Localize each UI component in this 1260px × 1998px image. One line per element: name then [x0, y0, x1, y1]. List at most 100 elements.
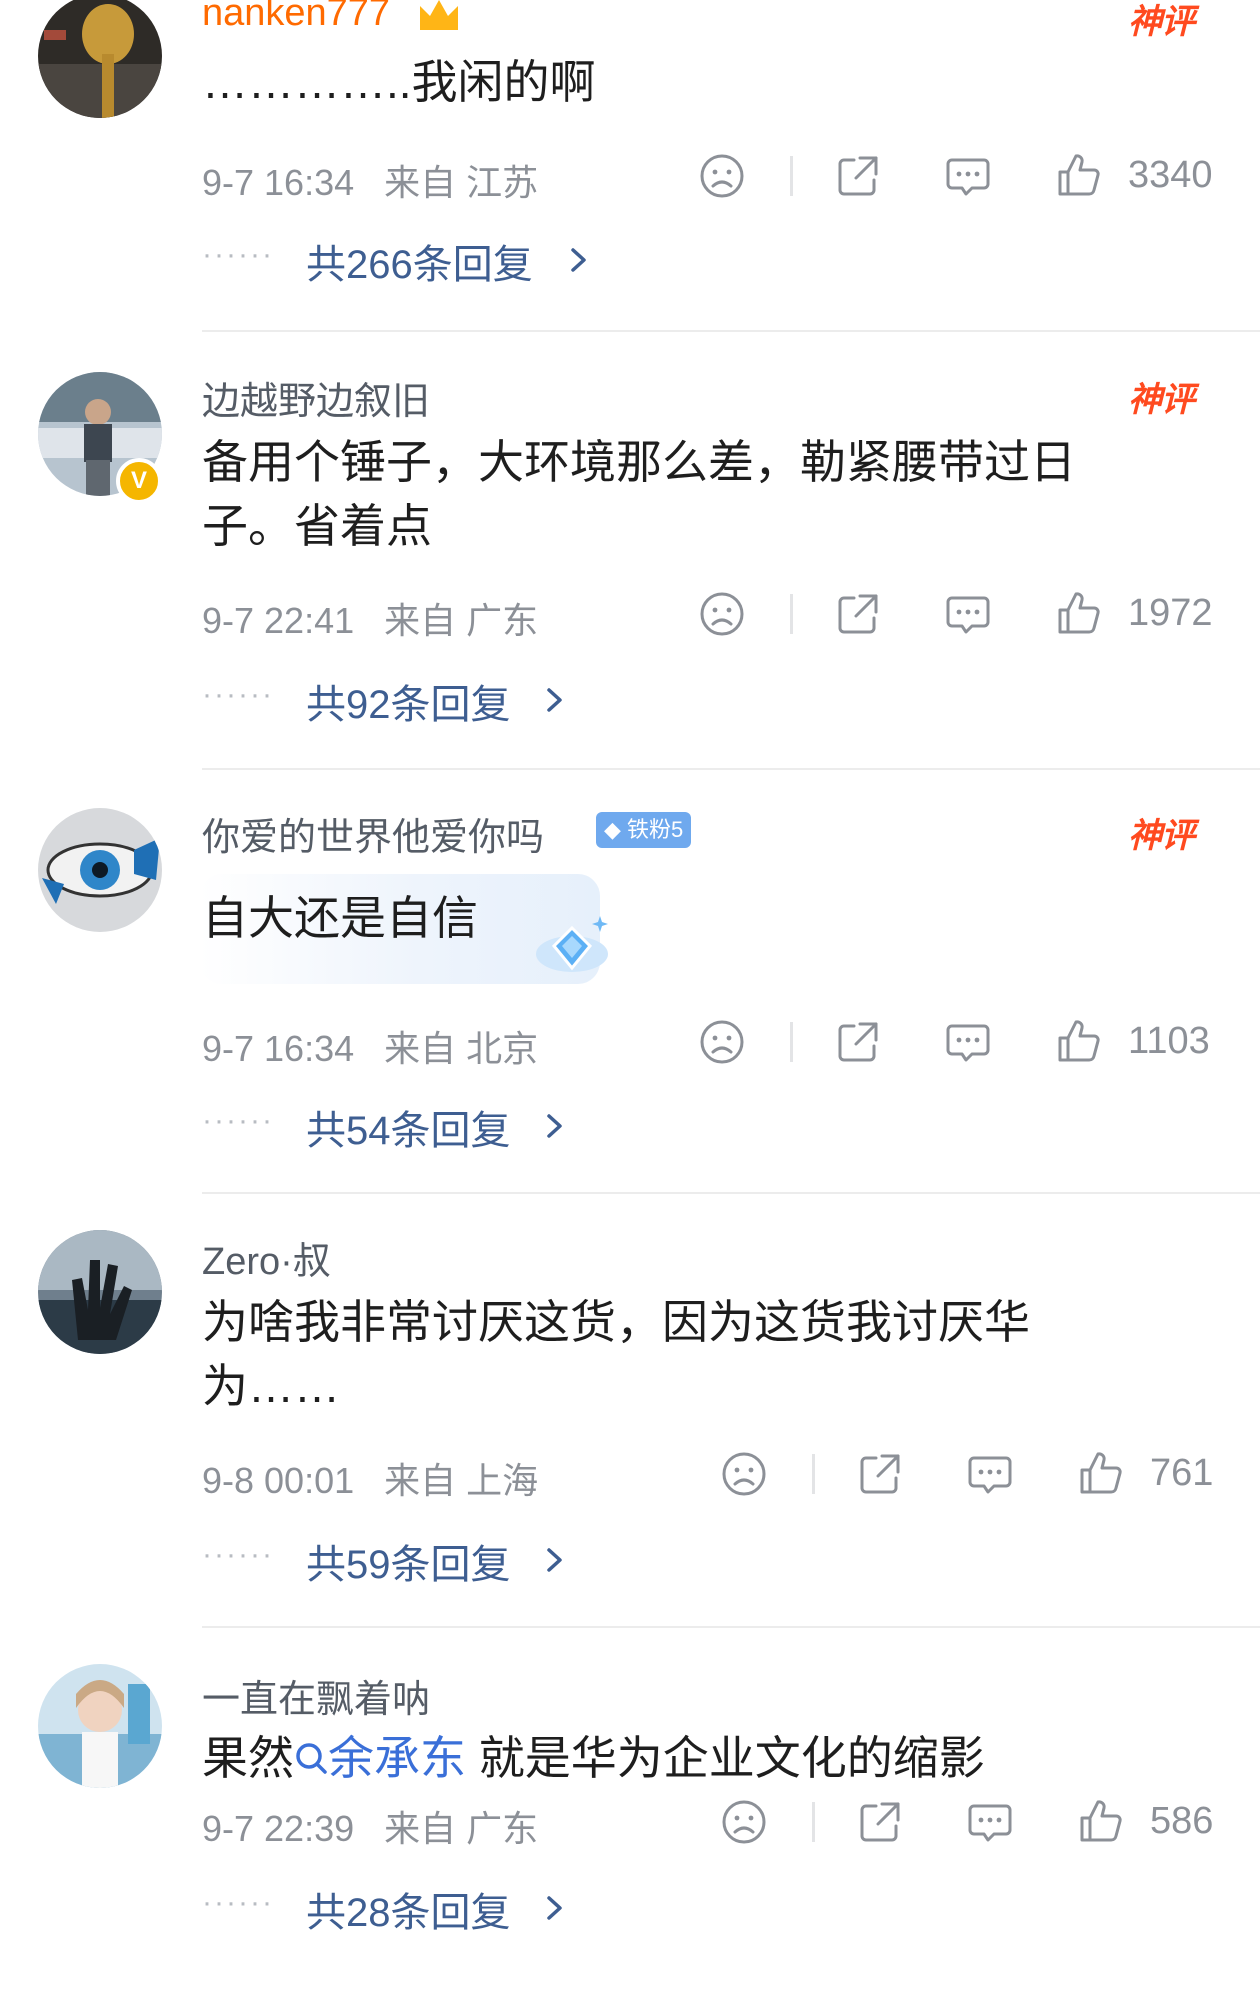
view-replies-link[interactable]: ······ 共54条回复	[202, 1098, 602, 1158]
sad-face-icon[interactable]	[694, 586, 750, 642]
comment-meta: 9-7 16:34 来自 北京	[202, 1020, 538, 1072]
comment-meta: 9-7 16:34 来自 江苏	[202, 154, 538, 206]
chevron-right-icon	[540, 1106, 570, 1146]
topic-link[interactable]: 余承东	[294, 1732, 466, 1784]
action-divider	[790, 1022, 793, 1062]
view-replies-link[interactable]: ······ 共92条回复	[202, 672, 602, 732]
thumbs-up-icon[interactable]	[1072, 1446, 1128, 1502]
comment-bubble-icon[interactable]	[962, 1446, 1018, 1502]
comment-text: 备用个锤子，大环境那么差，勒紧腰带过日子。省着点	[202, 436, 1076, 552]
sad-face-icon[interactable]	[694, 1014, 750, 1070]
thumbs-up-icon[interactable]	[1050, 1014, 1106, 1070]
avatar[interactable]	[38, 1230, 162, 1354]
share-icon[interactable]	[830, 1014, 886, 1070]
comment-location: 来自 广东	[384, 1808, 539, 1849]
comment-time: 9-8 00:01	[202, 1460, 355, 1501]
shenping-badge: 神评	[1128, 3, 1195, 41]
comment-item: nanken777 神评 …………..我闲的啊 9-7 16:34 来自 江苏 …	[0, 0, 1260, 336]
comment-item: V 边越野边叙旧 神评 备用个锤子，大环境那么差，勒紧腰带过日子。省着点 9-7…	[0, 336, 1260, 772]
comment-time: 9-7 22:39	[202, 1808, 355, 1849]
comment-item: Zero·叔 为啥我非常讨厌这货，因为这货我讨厌华为…… 9-8 00:01 来…	[0, 1196, 1260, 1630]
username[interactable]: 你爱的世界他爱你吗	[202, 806, 544, 861]
comment-meta: 9-8 00:01 来自 上海	[202, 1452, 538, 1504]
reply-dots: ······	[202, 238, 274, 271]
comment-actions: 1972	[690, 586, 1250, 646]
search-icon	[294, 1730, 328, 1774]
fan-badge: ◆ 铁粉5	[596, 812, 692, 848]
reply-dots: ······	[202, 1104, 274, 1137]
chevron-right-icon	[540, 1888, 570, 1928]
comment-bubble-icon[interactable]	[962, 1794, 1018, 1850]
sad-face-icon[interactable]	[694, 148, 750, 204]
sad-face-icon[interactable]	[716, 1794, 772, 1850]
username[interactable]: Zero·叔	[202, 1230, 331, 1285]
reply-count[interactable]: 共266条回复	[306, 232, 533, 290]
shenping-badge: 神评	[1128, 817, 1195, 855]
view-replies-link[interactable]: ······ 共266条回复	[202, 232, 622, 292]
comment-actions: 3340	[690, 148, 1250, 208]
sad-face-icon[interactable]	[716, 1446, 772, 1502]
view-replies-link[interactable]: ······ 共59条回复	[202, 1532, 602, 1592]
reply-dots: ······	[202, 1886, 274, 1919]
comment-divider	[202, 330, 1260, 332]
comment-divider	[202, 1626, 1260, 1628]
share-icon[interactable]	[830, 148, 886, 204]
action-divider	[812, 1802, 815, 1842]
action-divider	[790, 156, 793, 196]
share-icon[interactable]	[830, 586, 886, 642]
reply-count[interactable]: 共59条回复	[306, 1532, 511, 1590]
topic-link-label[interactable]: 余承东	[328, 1732, 466, 1784]
comment-location: 来自 上海	[384, 1460, 539, 1501]
comment-time: 9-7 16:34	[202, 162, 355, 203]
share-icon[interactable]	[852, 1446, 908, 1502]
action-divider	[790, 594, 793, 634]
comment-divider	[202, 1192, 1260, 1194]
avatar[interactable]	[38, 1664, 162, 1788]
verified-badge-icon: V	[116, 458, 162, 504]
view-replies-link[interactable]: ······ 共28条回复	[202, 1880, 602, 1940]
chevron-right-icon	[540, 680, 570, 720]
thumbs-up-icon[interactable]	[1050, 148, 1106, 204]
reply-dots: ······	[202, 678, 274, 711]
chevron-right-icon	[564, 240, 594, 280]
comment-item: 你爱的世界他爱你吗 ◆ 铁粉5 神评 自大还是自信 9-7 16:34 来自 北…	[0, 772, 1260, 1196]
comment-text: 自大还是自信	[202, 892, 478, 944]
thumbs-up-icon[interactable]	[1072, 1794, 1128, 1850]
avatar[interactable]	[38, 808, 162, 932]
comment-text-after: 就是华为企业文化的缩影	[466, 1732, 985, 1784]
username[interactable]: nanken777	[202, 0, 390, 35]
diamond-icon: ◆	[604, 817, 621, 842]
comment-divider	[202, 768, 1260, 770]
thumbs-up-icon[interactable]	[1050, 586, 1106, 642]
avatar[interactable]	[38, 0, 162, 118]
comment-location: 来自 江苏	[384, 162, 539, 203]
reply-count[interactable]: 共28条回复	[306, 1880, 511, 1938]
comment-item: 一直在飘着呐 果然 余承东 就是华为企业文化的缩影 9-7 22:39 来自 广东…	[0, 1630, 1260, 1998]
reply-count[interactable]: 共54条回复	[306, 1098, 511, 1156]
vip-crown-icon	[416, 0, 462, 34]
fan-badge-label: 铁粉5	[627, 817, 684, 842]
comment-text: …………..我闲的啊	[202, 56, 596, 108]
comment-time: 9-7 16:34	[202, 1028, 355, 1069]
comment-bubble-icon[interactable]	[940, 586, 996, 642]
like-count: 1103	[1128, 1020, 1210, 1062]
action-divider	[812, 1454, 815, 1494]
like-count: 1972	[1128, 592, 1213, 634]
comment-meta: 9-7 22:41 来自 广东	[202, 592, 538, 644]
reply-count[interactable]: 共92条回复	[306, 672, 511, 730]
comment-actions: 586	[712, 1794, 1252, 1854]
comment-actions: 761	[712, 1446, 1252, 1506]
comment-bubble-icon[interactable]	[940, 148, 996, 204]
chevron-right-icon	[540, 1540, 570, 1580]
comment-bubble-icon[interactable]	[940, 1014, 996, 1070]
share-icon[interactable]	[852, 1794, 908, 1850]
username[interactable]: 一直在飘着呐	[202, 1668, 430, 1723]
like-count: 3340	[1128, 154, 1213, 196]
comment-meta: 9-7 22:39 来自 广东	[202, 1800, 538, 1852]
username[interactable]: 边越野边叙旧	[202, 370, 430, 425]
comment-location: 来自 北京	[384, 1028, 539, 1069]
comment-actions: 1103	[690, 1014, 1250, 1074]
comment-time: 9-7 22:41	[202, 600, 355, 641]
diamond-sparkle-icon	[528, 910, 612, 984]
comment-location: 来自 广东	[384, 600, 539, 641]
